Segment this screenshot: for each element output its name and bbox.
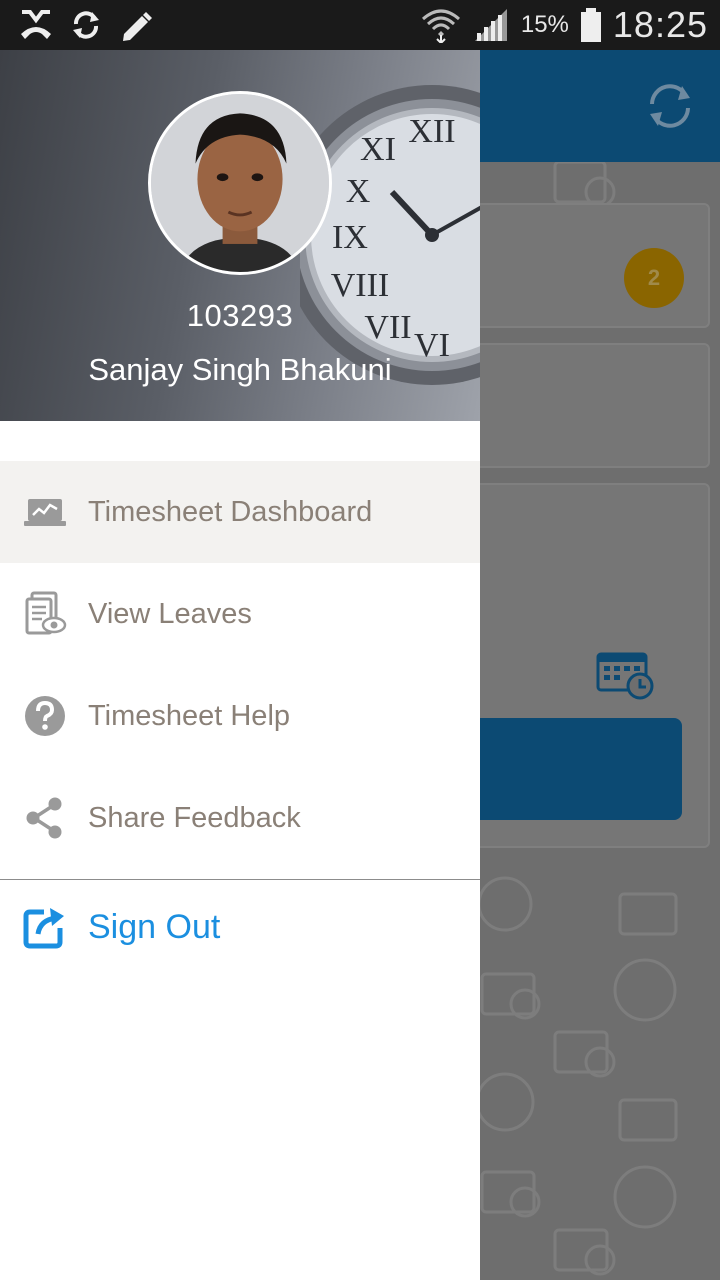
help-circle-icon xyxy=(22,693,68,739)
battery-percent: 15% xyxy=(520,11,569,38)
sign-out-label: Sign Out xyxy=(88,908,221,946)
refresh-icon xyxy=(650,84,690,128)
navigation-drawer: XII XI X IX VIII VII VI 103293 Sanjay Si… xyxy=(0,50,480,1280)
menu-item-view-leaves[interactable]: View Leaves xyxy=(0,563,480,665)
clock-time: 18:25 xyxy=(612,4,708,45)
menu-item-label: Timesheet Dashboard xyxy=(88,495,373,528)
svg-text:X: X xyxy=(346,173,371,210)
avatar[interactable] xyxy=(148,91,332,275)
menu-item-label: View Leaves xyxy=(88,597,252,630)
missed-call-icon xyxy=(21,10,51,39)
sign-out-icon xyxy=(23,908,64,949)
employee-id: 103293 xyxy=(186,298,294,333)
share-icon xyxy=(22,795,68,841)
laptop-chart-icon xyxy=(22,489,68,535)
menu-item-label: Share Feedback xyxy=(88,801,301,834)
count-badge: 2 xyxy=(624,248,684,308)
svg-text:XI: XI xyxy=(360,131,396,168)
background-button xyxy=(470,718,682,820)
signal-icon xyxy=(474,9,507,41)
document-eye-icon xyxy=(22,591,68,637)
svg-text:IX: IX xyxy=(332,219,368,256)
sync-icon xyxy=(73,11,99,39)
menu-item-label: Timesheet Help xyxy=(88,699,291,732)
drawer-divider xyxy=(0,879,480,880)
menu-item-timesheet-help[interactable]: Timesheet Help xyxy=(0,665,480,767)
svg-text:XII: XII xyxy=(408,113,455,150)
profile-photo xyxy=(151,94,329,272)
drawer-header: XII XI X IX VIII VII VI 103293 Sanjay Si… xyxy=(0,50,480,421)
sign-out-button[interactable]: Sign Out xyxy=(0,900,480,958)
battery-icon xyxy=(580,8,601,42)
calendar-clock-icon xyxy=(596,652,654,700)
pencil-icon xyxy=(123,12,152,41)
status-bar: 15% 18:25 xyxy=(0,0,720,50)
user-name: Sanjay Singh Bhakuni xyxy=(88,352,392,387)
background-card xyxy=(470,343,710,468)
menu-item-timesheet-dashboard[interactable]: Timesheet Dashboard xyxy=(0,461,480,563)
wifi-icon xyxy=(421,9,460,43)
drawer-menu: Timesheet Dashboard View Leaves Timeshee… xyxy=(0,461,480,869)
menu-item-share-feedback[interactable]: Share Feedback xyxy=(0,767,480,869)
